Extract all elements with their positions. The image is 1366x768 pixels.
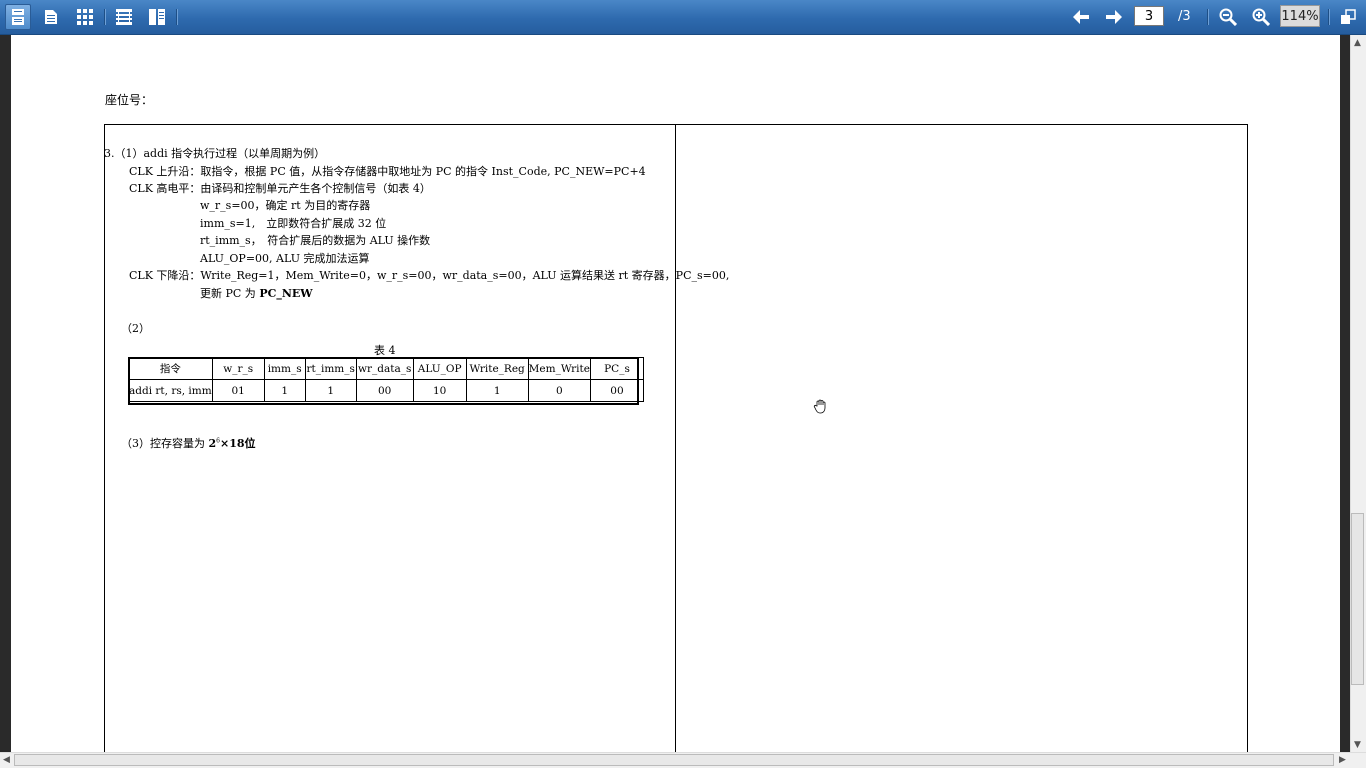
scroll-left-arrow-icon[interactable]: ◀ xyxy=(3,755,10,765)
right-gutter xyxy=(1340,35,1350,752)
left-gutter xyxy=(0,35,11,752)
page-number-input[interactable]: 3 xyxy=(1134,6,1164,26)
signal-imm-s-text: imm_s=1, 立即数符合扩展成 32 位 xyxy=(200,217,387,230)
capacity-base: 2 xyxy=(208,437,217,450)
update-pc-text: 更新 PC 为 PC_NEW xyxy=(200,285,313,301)
table-header-cell: rt_imm_s xyxy=(304,357,357,380)
table-row: addi rt, rs, imm 01 1 1 00 10 1 0 00 xyxy=(128,379,644,402)
single-page-view-icon[interactable] xyxy=(5,4,31,30)
table-header-cell: ALU_OP xyxy=(412,357,467,380)
zoom-out-icon[interactable] xyxy=(1215,4,1241,30)
toolbar-separator xyxy=(176,9,178,25)
table-header-row: 指令 w_r_s imm_s rt_imm_s wr_data_s ALU_OP… xyxy=(128,357,644,380)
document-icon[interactable] xyxy=(38,4,64,30)
question-3-3-text: （3）控存容量为 26×18位 xyxy=(121,435,256,451)
table-cell: 1 xyxy=(465,379,529,402)
clk-rising-edge-text: CLK 上升沿：取指令，根据 PC 值，从指令存储器中取地址为 PC 的指令 I… xyxy=(129,165,646,178)
table-header-cell: wr_data_s xyxy=(355,357,414,380)
scroll-down-arrow-icon[interactable]: ▼ xyxy=(1354,740,1361,750)
table-cell: 00 xyxy=(589,379,644,402)
signal-rt-imm-s-text: rt_imm_s， 符合扩展后的数据为 ALU 操作数 xyxy=(200,234,431,247)
clk-falling-edge-text: CLK 下降沿：Write_Reg=1，Mem_Write=0，w_r_s=00… xyxy=(129,269,730,282)
fit-page-icon[interactable] xyxy=(1335,4,1361,30)
table-caption: 表 4 xyxy=(374,344,396,357)
hand-cursor-icon xyxy=(813,398,829,418)
page-total-label: /3 xyxy=(1178,9,1191,24)
next-page-icon[interactable] xyxy=(1101,4,1127,30)
pc-new-bold: PC_NEW xyxy=(259,287,313,300)
vertical-scrollbar-thumb[interactable] xyxy=(1351,513,1364,685)
document-page: 座位号： 3.（1）addi 指令执行过程（以单周期为例） CLK 上升沿：取指… xyxy=(11,35,1340,752)
signal-w-r-s-text: w_r_s=00，确定 rt 为目的寄存器 xyxy=(200,199,371,212)
previous-page-icon[interactable] xyxy=(1068,4,1094,30)
clk-high-level-text: CLK 高电平：由译码和控制单元产生各个控制信号（如表 4） xyxy=(129,182,431,195)
zoom-level-field[interactable]: 114% xyxy=(1280,5,1320,27)
column-divider xyxy=(675,124,676,752)
table-header-cell: Write_Reg xyxy=(465,357,529,380)
table-cell: 00 xyxy=(355,379,414,402)
toolbar-separator xyxy=(1328,9,1330,25)
toolbar-separator xyxy=(1207,9,1209,25)
signal-alu-op-text: ALU_OP=00, ALU 完成加法运算 xyxy=(200,252,370,265)
capacity-suffix: ×18位 xyxy=(219,437,256,450)
book-view-icon[interactable] xyxy=(111,4,137,30)
scroll-up-arrow-icon[interactable]: ▲ xyxy=(1354,38,1361,48)
zoom-in-icon[interactable] xyxy=(1248,4,1274,30)
update-pc-prefix: 更新 PC 为 xyxy=(200,287,260,300)
scroll-right-arrow-icon[interactable]: ▶ xyxy=(1339,755,1346,765)
table-cell: 10 xyxy=(412,379,467,402)
table-cell: addi rt, rs, imm xyxy=(128,379,213,402)
thumbnails-grid-icon[interactable] xyxy=(72,4,98,30)
toolbar-separator xyxy=(104,9,106,25)
table-cell: 1 xyxy=(304,379,357,402)
table-header-cell: w_r_s xyxy=(211,357,265,380)
horizontal-scrollbar-thumb[interactable] xyxy=(14,754,1334,766)
table-header-cell: 指令 xyxy=(128,357,213,380)
question-3-2-label: （2） xyxy=(121,322,150,335)
document-viewport[interactable]: 座位号： 3.（1）addi 指令执行过程（以单周期为例） CLK 上升沿：取指… xyxy=(0,35,1350,752)
question-3-1-heading: 3.（1）addi 指令执行过程（以单周期为例） xyxy=(104,147,326,160)
seat-number-label: 座位号： xyxy=(105,93,154,107)
table-header-cell: Mem_Write xyxy=(527,357,591,380)
control-signal-table: 指令 w_r_s imm_s rt_imm_s wr_data_s ALU_OP… xyxy=(128,357,644,402)
toolbar: 3 /3 114% xyxy=(0,0,1366,35)
table-header-cell: PC_s xyxy=(589,357,644,380)
two-page-view-icon[interactable] xyxy=(144,4,170,30)
capacity-prefix: （3）控存容量为 xyxy=(121,437,209,450)
table-cell: 0 xyxy=(527,379,591,402)
table-header-cell: imm_s xyxy=(263,357,306,380)
table-cell: 01 xyxy=(211,379,265,402)
table-cell: 1 xyxy=(263,379,306,402)
